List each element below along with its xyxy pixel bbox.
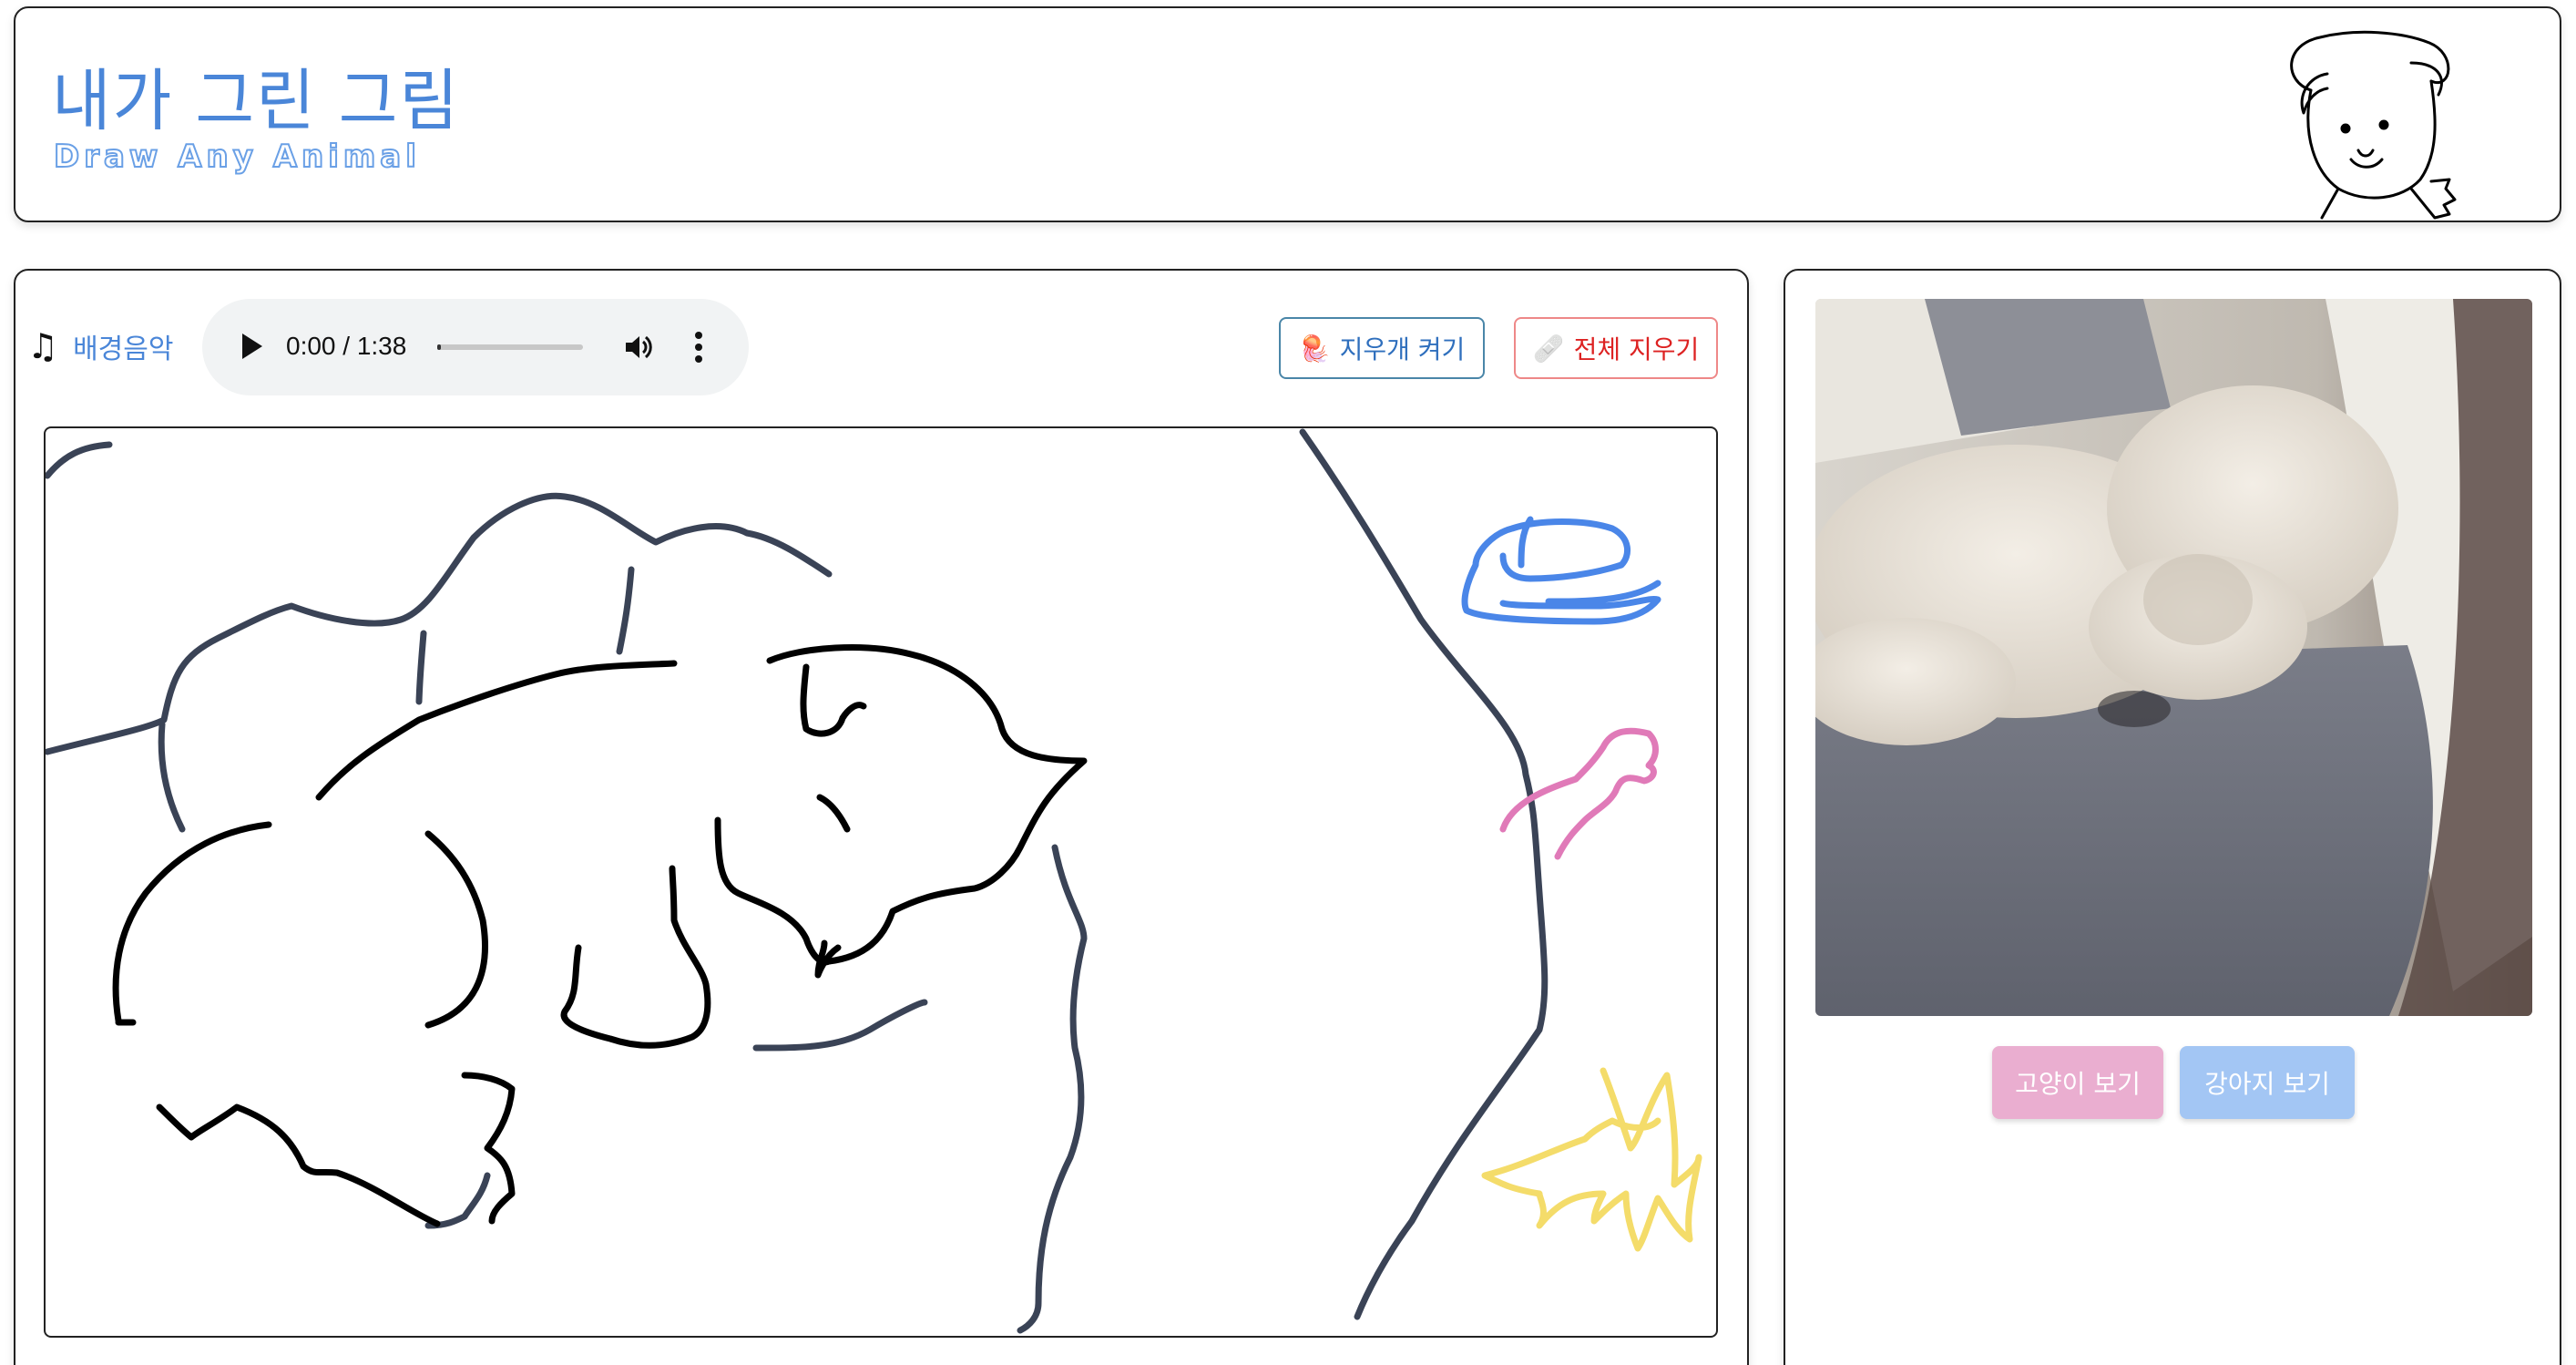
page-title: 내가 그린 그림	[52, 62, 460, 140]
stroke-cushion-top	[46, 441, 113, 479]
background-music: ♫ 배경음악	[27, 323, 173, 369]
eraser-toggle-label: 지우개 켜기	[1339, 334, 1466, 364]
show-dog-button[interactable]: 강아지 보기	[2180, 1046, 2355, 1119]
audio-time: 0:00 / 1:38	[286, 332, 407, 360]
stroke-dog-head	[766, 644, 1088, 965]
app-header: 내가 그린 그림 Draw Any Animal	[14, 6, 2561, 222]
jellyfish-icon: 🪼	[1298, 333, 1331, 364]
drawing-strokes	[46, 428, 1702, 1334]
stroke-dog-leg-mid	[560, 865, 711, 1049]
clear-all-button[interactable]: 🩹 전체 지우기	[1514, 317, 1718, 379]
stroke-cushion-crease2	[415, 630, 427, 705]
stroke-dog-tail	[156, 1103, 441, 1227]
audio-player[interactable]: 0:00 / 1:38	[202, 299, 749, 395]
music-label: 배경음악	[73, 334, 174, 365]
music-note-icon: ♫	[27, 326, 59, 366]
reference-photo	[1815, 299, 2532, 1016]
sleeping-poodle-image	[1815, 299, 2532, 1016]
stroke-dog-back	[315, 660, 678, 801]
stroke-dog-leg-front	[424, 830, 488, 1029]
stroke-dog-body	[112, 821, 272, 1024]
stroke-paw-outline	[424, 1172, 491, 1229]
stroke-cushion-crease3	[616, 566, 635, 655]
stroke-yellow-creature	[1481, 1067, 1702, 1252]
audio-seek-bar[interactable]	[437, 344, 583, 350]
drawing-canvas[interactable]	[44, 426, 1718, 1338]
puppy-doodle-icon	[2290, 30, 2457, 220]
stroke-dog-ear	[800, 663, 867, 737]
stroke-cushion-line	[752, 999, 928, 1052]
play-icon[interactable]	[242, 334, 262, 359]
stroke-dog-eye	[816, 794, 851, 833]
eraser-icon: 🩹	[1532, 333, 1565, 364]
stroke-dog-paw	[461, 1072, 516, 1225]
clear-all-label: 전체 지우기	[1573, 334, 1700, 364]
more-vertical-icon[interactable]	[694, 330, 703, 364]
show-cat-button[interactable]: 고양이 보기	[1992, 1046, 2163, 1119]
stroke-blanket-edge	[1017, 844, 1088, 1334]
stroke-dog-mouth	[714, 816, 833, 966]
volume-icon[interactable]	[623, 332, 654, 363]
stroke-pink-creature	[1499, 727, 1659, 860]
page-subtitle: Draw Any Animal	[53, 138, 421, 176]
eraser-toggle-button[interactable]: 🪼 지우개 켜기	[1279, 317, 1485, 379]
stroke-blue-boat	[1461, 516, 1661, 625]
stroke-cushion-crease1	[158, 721, 186, 833]
